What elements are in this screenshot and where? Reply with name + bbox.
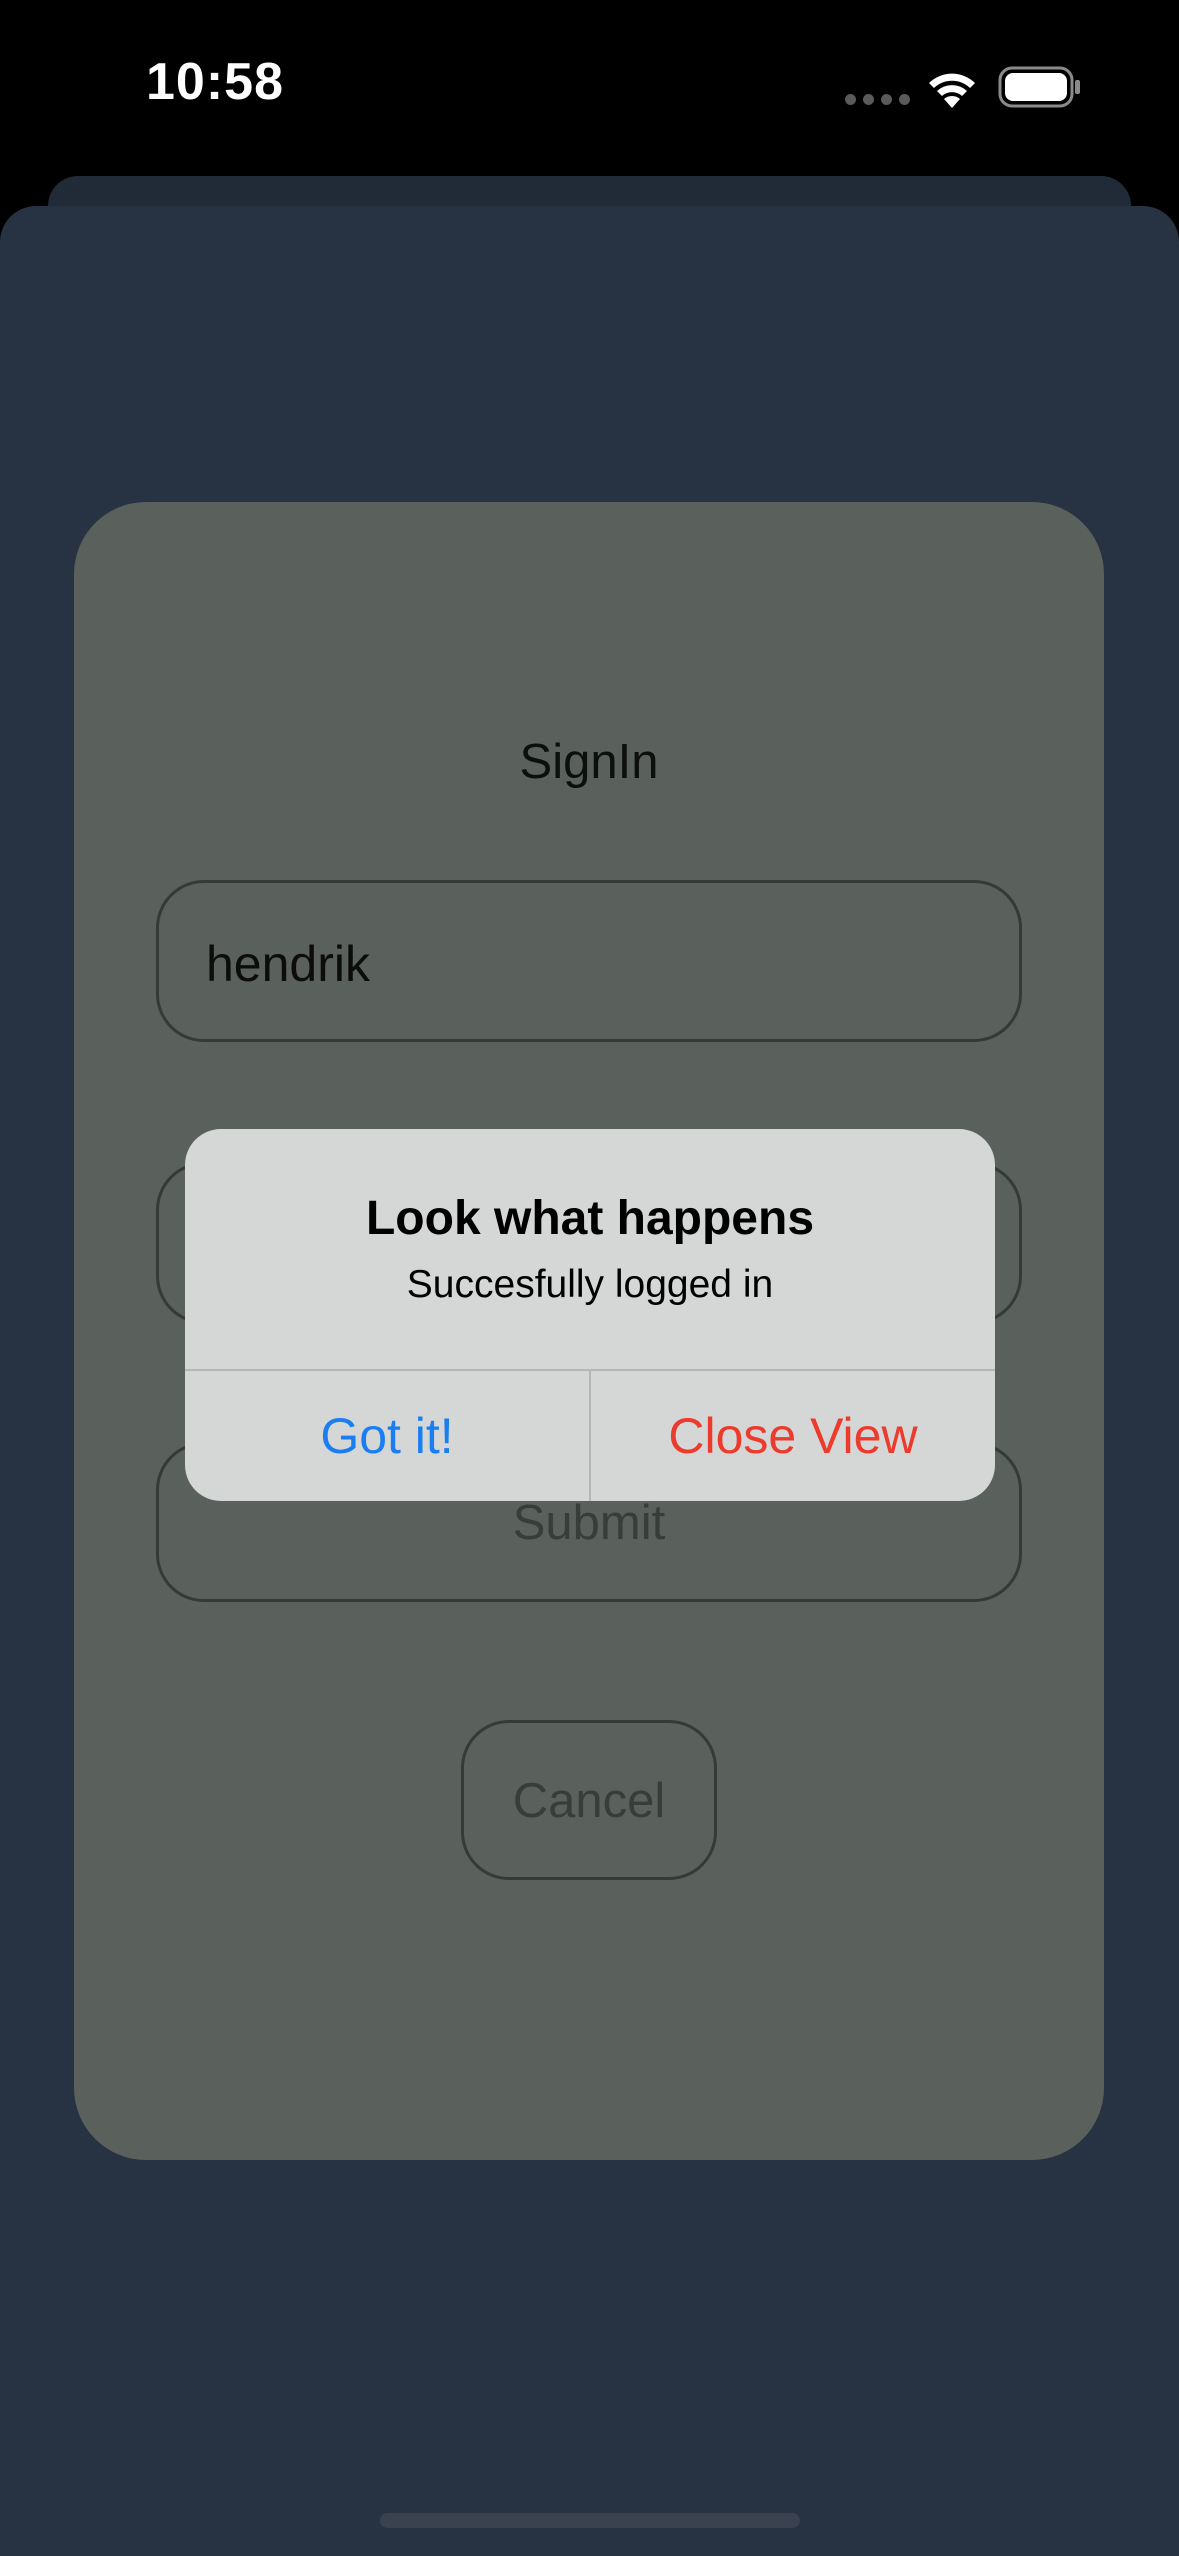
cancel-button[interactable]: Cancel bbox=[461, 1720, 717, 1880]
got-it-button[interactable]: Got it! bbox=[185, 1371, 589, 1501]
close-view-button[interactable]: Close View bbox=[591, 1371, 995, 1501]
status-time: 10:58 bbox=[146, 53, 284, 111]
submit-button-label: Submit bbox=[512, 1496, 666, 1550]
status-bar: 10:58 bbox=[0, 0, 1179, 170]
username-field[interactable]: hendrik bbox=[156, 880, 1022, 1042]
wifi-icon bbox=[929, 73, 975, 108]
username-value: hendrik bbox=[206, 936, 370, 992]
alert-title: Look what happens bbox=[365, 1192, 815, 1245]
page-title: SignIn bbox=[519, 735, 659, 789]
battery-icon bbox=[998, 66, 1080, 108]
alert-message: Succesfully logged in bbox=[406, 1263, 774, 1306]
signal-dots-icon bbox=[845, 94, 910, 105]
alert-dialog: Look what happens Succesfully logged in … bbox=[185, 1129, 995, 1501]
home-indicator[interactable] bbox=[380, 2513, 800, 2528]
cancel-button-label: Cancel bbox=[512, 1774, 666, 1828]
